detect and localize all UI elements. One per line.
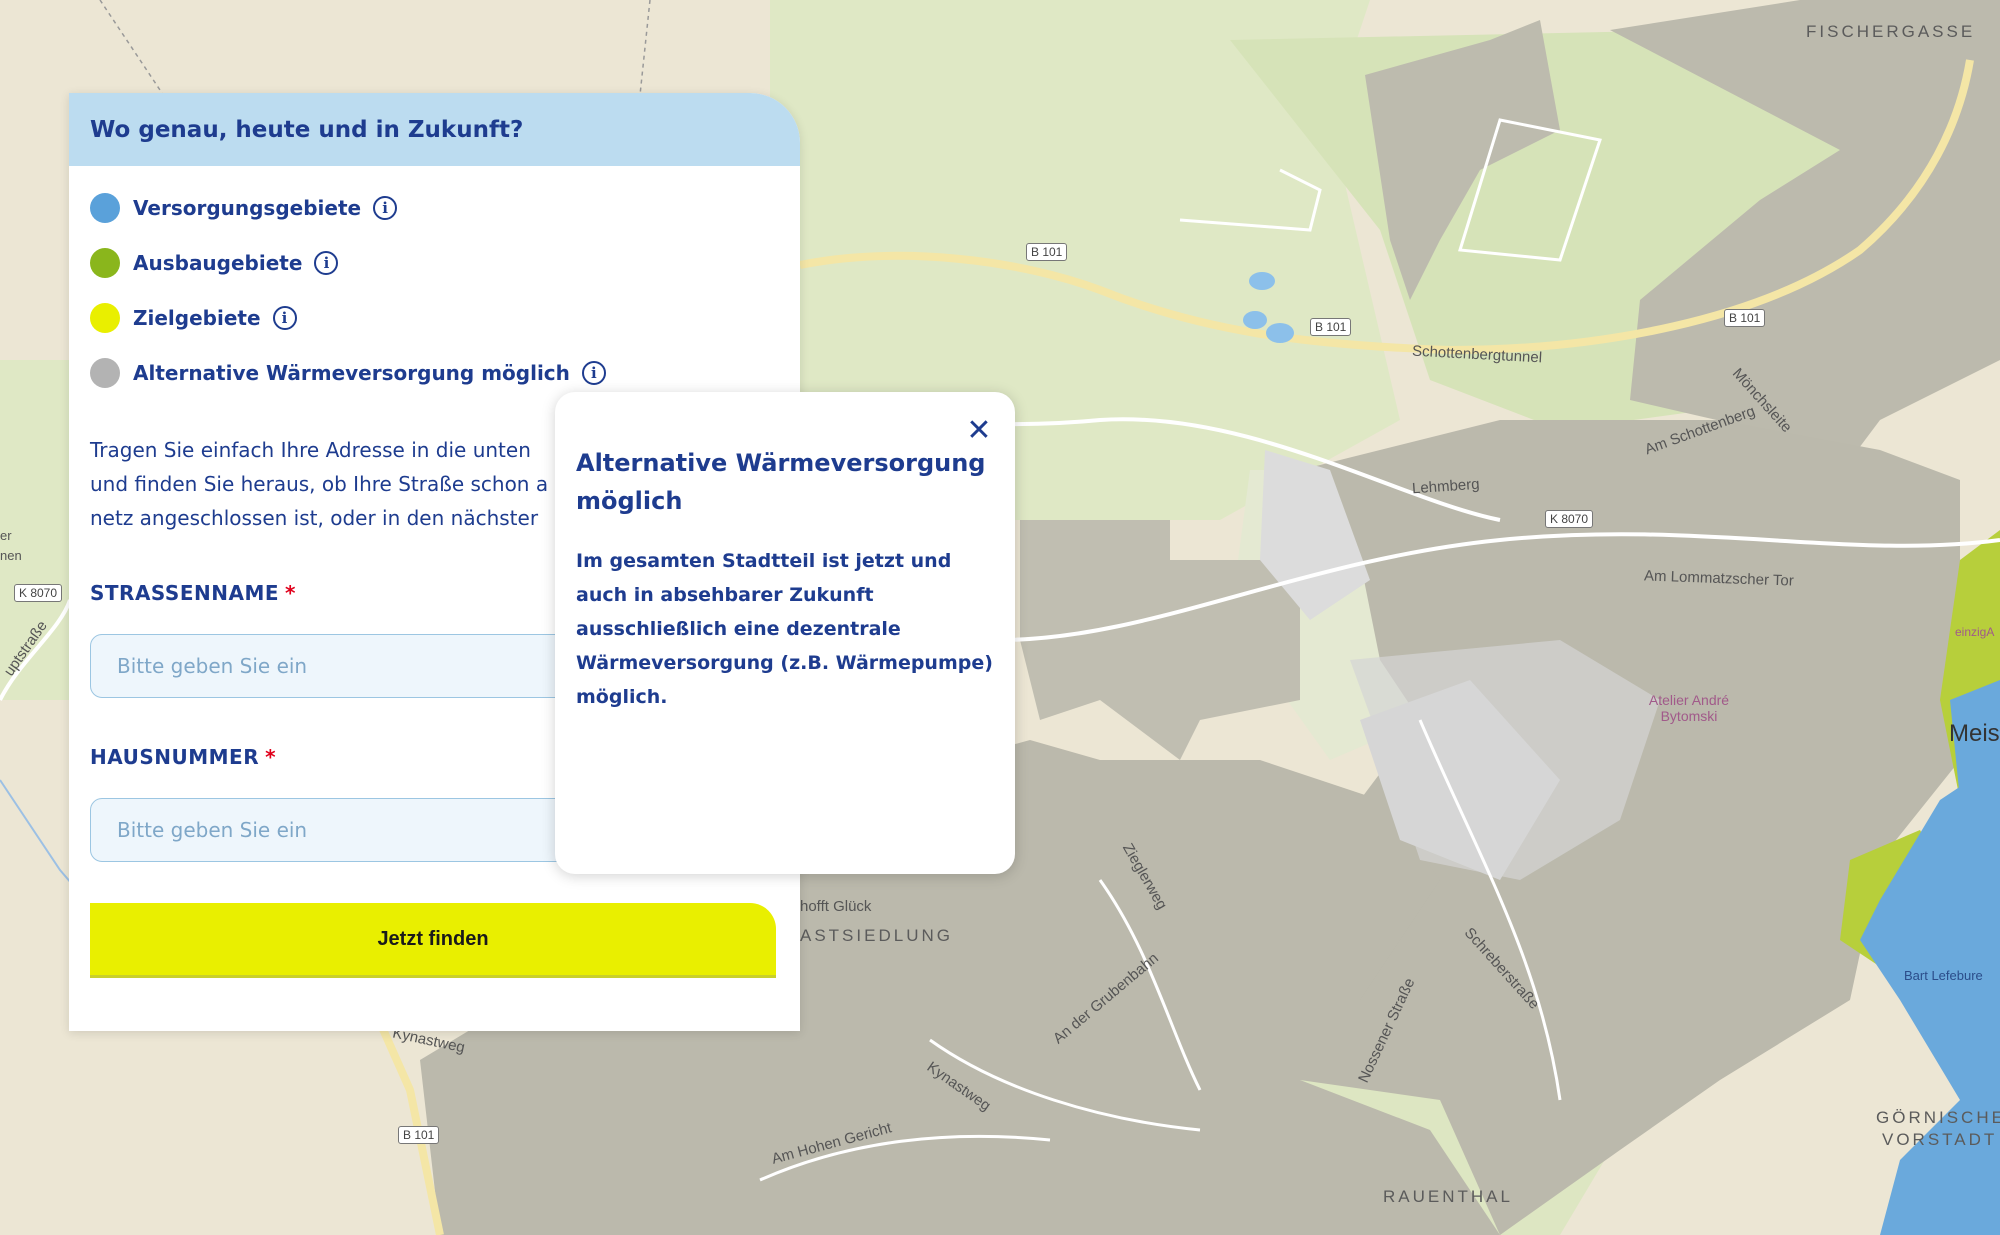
required-mark: *	[285, 581, 296, 605]
close-icon[interactable]: ✕	[965, 416, 993, 446]
sign-k8070: K 8070	[1545, 510, 1594, 528]
legend-item-zielgebiete: Zielgebiete i	[90, 290, 800, 345]
legend-dot	[90, 357, 120, 388]
info-icon[interactable]: i	[314, 250, 339, 275]
label-bart-lefebure: Bart Lefebure	[1904, 968, 1983, 983]
legend-dot	[90, 192, 120, 223]
pond	[1266, 323, 1294, 343]
info-icon[interactable]: i	[373, 195, 398, 220]
label-goernische: GÖRNISCHE	[1876, 1108, 2000, 1127]
legend: Versorgungsgebiete i Ausbaugebiete i Zie…	[69, 166, 800, 400]
find-button[interactable]: Jetzt finden	[90, 903, 776, 975]
popover-title: Alternative Wärmeversorgung möglich	[576, 449, 986, 515]
legend-dot	[90, 302, 120, 333]
popover-body: Im gesamten Stadtteil ist jetzt und auch…	[576, 550, 993, 708]
number-label: HAUSNUMMER *	[90, 745, 276, 769]
label-left-edge: er	[0, 528, 12, 543]
label-einzig: einzigA	[1955, 625, 1995, 639]
panel-title: Wo genau, heute und in Zukunft?	[90, 116, 524, 143]
legend-label: Alternative Wärmeversorgung möglich	[133, 360, 570, 385]
info-popover: ✕ Alternative Wärmeversorgung möglich Im…	[555, 392, 1015, 874]
sign-b101: B 101	[1724, 309, 1766, 327]
legend-item-versorgungsgebiete: Versorgungsgebiete i	[90, 180, 800, 235]
pond	[1243, 311, 1267, 329]
street-label: STRASSENNAME *	[90, 581, 296, 605]
pond	[1249, 272, 1275, 290]
legend-label: Zielgebiete	[133, 305, 261, 330]
info-icon[interactable]: i	[581, 360, 606, 385]
label-hofft-glueck: hofft Glück	[800, 898, 872, 915]
label-vorstadt: VORSTADT	[1882, 1130, 1998, 1149]
label-astsiedlung: ASTSIEDLUNG	[800, 926, 953, 945]
number-label-text: HAUSNUMMER	[90, 745, 260, 769]
legend-label: Ausbaugebiete	[133, 250, 303, 275]
required-mark: *	[265, 745, 277, 769]
label-meis: Meis	[1949, 720, 2000, 747]
panel-header: Wo genau, heute und in Zukunft?	[69, 93, 800, 166]
sign-k8070: K 8070	[14, 584, 63, 602]
street-label-text: STRASSENNAME	[90, 581, 280, 605]
label-fischergasse: FISCHERGASSE	[1806, 22, 1976, 41]
legend-label: Versorgungsgebiete	[133, 195, 362, 220]
sign-b101: B 101	[1026, 243, 1068, 261]
legend-item-ausbaugebiete: Ausbaugebiete i	[90, 235, 800, 290]
label-rauenthal: RAUENTHAL	[1383, 1187, 1513, 1206]
sign-b101: B 101	[1310, 318, 1352, 336]
info-icon[interactable]: i	[272, 305, 297, 330]
legend-dot	[90, 247, 120, 278]
label-left-edge: nen	[0, 548, 22, 563]
label-atelier: Atelier André Bytomski	[1648, 692, 1730, 724]
sign-b101: B 101	[398, 1126, 440, 1144]
